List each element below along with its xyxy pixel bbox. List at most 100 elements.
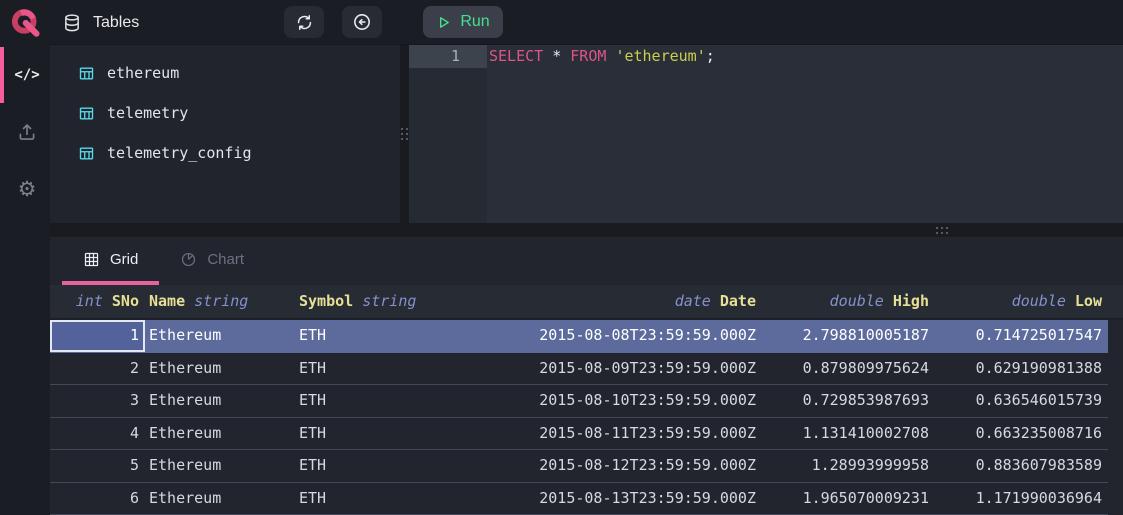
- column-name: Date: [720, 292, 756, 310]
- top-bar: Tables Run: [50, 0, 1123, 45]
- table-icon: [78, 145, 95, 162]
- questdb-logo[interactable]: [0, 0, 50, 46]
- grid-cell[interactable]: 1.131410002708: [762, 418, 935, 450]
- grid-cell[interactable]: ETH: [295, 320, 450, 352]
- grid-cell[interactable]: 0.663235008716: [935, 418, 1108, 450]
- refresh-icon: [295, 13, 314, 32]
- table-list-item[interactable]: ethereum: [50, 53, 400, 93]
- grid-cell[interactable]: Ethereum: [145, 320, 295, 352]
- table-row[interactable]: 2EthereumETH2015-08-09T23:59:59.000Z0.87…: [50, 353, 1108, 386]
- column-header-name[interactable]: Name string: [145, 285, 295, 318]
- import-upload-icon[interactable]: [4, 110, 50, 154]
- play-icon: [436, 15, 451, 30]
- sql-code-line[interactable]: SELECT * FROM 'ethereum';: [489, 45, 1123, 68]
- grid-cell[interactable]: 5: [50, 450, 145, 482]
- grid-cell[interactable]: 0.729853987693: [762, 385, 935, 417]
- grid-cell[interactable]: 2015-08-11T23:59:59.000Z: [450, 418, 762, 450]
- column-type: double: [1012, 292, 1066, 310]
- grid-cell[interactable]: Ethereum: [145, 483, 295, 515]
- grid-cell[interactable]: 1.965070009231: [762, 483, 935, 515]
- column-type: date: [675, 292, 711, 310]
- vertical-splitter-handle[interactable]: [400, 45, 409, 223]
- tab-chart[interactable]: Chart: [159, 237, 265, 285]
- grid-cell[interactable]: 0.629190981388: [935, 353, 1108, 385]
- table-name: ethereum: [107, 64, 179, 82]
- grid-cell[interactable]: 2.798810005187: [762, 320, 935, 352]
- column-header-sno[interactable]: int SNo: [50, 285, 145, 318]
- column-header-date[interactable]: date Date: [450, 285, 762, 318]
- column-header-high[interactable]: double High: [762, 285, 935, 318]
- grid-cell[interactable]: Ethereum: [145, 385, 295, 417]
- grid-cell[interactable]: 1.28993999958: [762, 450, 935, 482]
- tab-grid-label: Grid: [110, 251, 138, 268]
- grid-cell[interactable]: Ethereum: [145, 450, 295, 482]
- grid-cell[interactable]: 0.636546015739: [935, 385, 1108, 417]
- panel-title-label: Tables: [93, 14, 139, 32]
- table-name: telemetry: [107, 104, 188, 122]
- column-name: Symbol: [299, 292, 353, 310]
- grid-cell[interactable]: Ethereum: [145, 353, 295, 385]
- table-row[interactable]: 4EthereumETH2015-08-11T23:59:59.000Z1.13…: [50, 418, 1108, 451]
- settings-gear-icon[interactable]: ⚙: [4, 167, 50, 211]
- grid-cell[interactable]: 6: [50, 483, 145, 515]
- column-type: string: [194, 292, 248, 310]
- table-row[interactable]: 3EthereumETH2015-08-10T23:59:59.000Z0.72…: [50, 385, 1108, 418]
- table-row[interactable]: 6EthereumETH2015-08-13T23:59:59.000Z1.96…: [50, 483, 1108, 515]
- table-row[interactable]: 5EthereumETH2015-08-12T23:59:59.000Z1.28…: [50, 450, 1108, 483]
- tables-list: ethereum telemetry telemetry_config: [50, 45, 400, 223]
- column-name: High: [893, 292, 929, 310]
- grid-cell[interactable]: ETH: [295, 483, 450, 515]
- column-header-low[interactable]: double Low: [935, 285, 1108, 318]
- grid-cell[interactable]: 2015-08-10T23:59:59.000Z: [450, 385, 762, 417]
- column-type: double: [830, 292, 884, 310]
- sql-editor[interactable]: 1 SELECT * FROM 'ethereum';: [409, 45, 1123, 223]
- grid-cell[interactable]: 2015-08-08T23:59:59.000Z: [450, 320, 762, 352]
- grid-cell[interactable]: 1: [50, 320, 145, 352]
- tab-grid[interactable]: Grid: [62, 237, 159, 285]
- editor-gutter: [409, 45, 487, 223]
- refresh-tables-button[interactable]: [284, 6, 324, 38]
- header-filler: [1108, 285, 1123, 318]
- grid-cell[interactable]: 2: [50, 353, 145, 385]
- sql-editor-nav-icon[interactable]: </>: [4, 53, 50, 97]
- horizontal-splitter-handle[interactable]: [50, 223, 1123, 237]
- grid-body: 1EthereumETH2015-08-08T23:59:59.000Z2.79…: [50, 320, 1123, 515]
- table-row[interactable]: 1EthereumETH2015-08-08T23:59:59.000Z2.79…: [50, 320, 1108, 353]
- table-list-item[interactable]: telemetry: [50, 93, 400, 133]
- run-query-button[interactable]: Run: [423, 6, 503, 38]
- tables-panel-header: Tables: [62, 0, 139, 45]
- grid-cell[interactable]: ETH: [295, 385, 450, 417]
- arrow-left-circle-icon: [352, 12, 372, 32]
- grid-cell[interactable]: ETH: [295, 353, 450, 385]
- grid-icon: [83, 251, 100, 268]
- results-tabs: Grid Chart: [50, 237, 1123, 285]
- grid-cell[interactable]: 2015-08-13T23:59:59.000Z: [450, 483, 762, 515]
- questdb-logo-icon: [9, 7, 41, 39]
- table-list-item[interactable]: telemetry_config: [50, 133, 400, 173]
- grid-cell[interactable]: 0.879809975624: [762, 353, 935, 385]
- collapse-panel-button[interactable]: [342, 6, 382, 38]
- grid-cell[interactable]: ETH: [295, 450, 450, 482]
- code-token-plain: [543, 47, 552, 65]
- code-token-string: 'ethereum': [615, 47, 705, 65]
- grid-cell[interactable]: 2015-08-09T23:59:59.000Z: [450, 353, 762, 385]
- active-line-number: 1: [409, 45, 487, 68]
- grid-cell[interactable]: 4: [50, 418, 145, 450]
- grid-cell[interactable]: 3: [50, 385, 145, 417]
- drag-dots-icon: [936, 227, 948, 234]
- grid-cell[interactable]: 0.714725017547: [935, 320, 1108, 352]
- column-type: int: [76, 292, 103, 310]
- grid-cell[interactable]: Ethereum: [145, 418, 295, 450]
- column-name: SNo: [112, 292, 139, 310]
- table-name: telemetry_config: [107, 144, 252, 162]
- column-name: Low: [1075, 292, 1102, 310]
- column-header-symbol[interactable]: Symbol string: [295, 285, 450, 318]
- grid-cell[interactable]: 2015-08-12T23:59:59.000Z: [450, 450, 762, 482]
- run-button-label: Run: [460, 13, 489, 31]
- code-token-plain: [561, 47, 570, 65]
- tab-chart-label: Chart: [207, 251, 244, 268]
- grid-cell[interactable]: 1.171990036964: [935, 483, 1108, 515]
- grid-cell[interactable]: 0.883607983589: [935, 450, 1108, 482]
- grid-column-headers: int SNoName stringSymbol stringdate Date…: [50, 285, 1123, 320]
- grid-cell[interactable]: ETH: [295, 418, 450, 450]
